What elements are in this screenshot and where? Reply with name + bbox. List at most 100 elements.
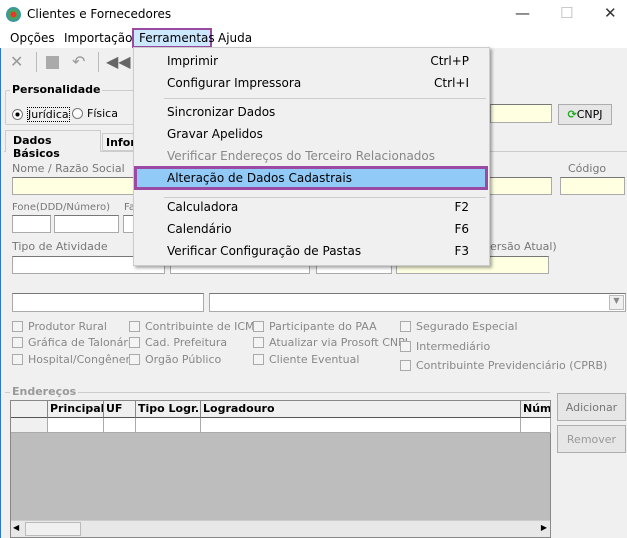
checkbox[interactable]: Segurado Especial [400, 320, 518, 333]
shortcut: F6 [454, 222, 469, 236]
checkbox[interactable]: Cliente Eventual [253, 353, 359, 366]
fone-numero-field[interactable] [54, 215, 119, 233]
checkbox-box [129, 337, 140, 348]
menu-separator [164, 197, 486, 198]
cnpj-button[interactable]: ⟳CNPJ [558, 104, 612, 125]
menu-item-verificar-enderecos: Verificar Endereços do Terceiro Relacion… [167, 149, 436, 163]
checkbox-box [253, 321, 264, 332]
adicionar-button[interactable]: Adicionar [557, 393, 626, 421]
grid-header-uf[interactable]: UF [104, 401, 136, 418]
checkbox-box [12, 321, 23, 332]
menu-item-gravar-apelidos[interactable]: Gravar Apelidos [167, 127, 263, 141]
checkbox[interactable]: Cad. Prefeitura [129, 336, 227, 349]
menu-item-alteracao-dados-cadastrais[interactable]: Alteração de Dados Cadastrais [167, 171, 352, 185]
checkbox[interactable]: Gráfica de Talonário [12, 336, 138, 349]
close-button[interactable]: ✕ [604, 4, 617, 22]
remover-button[interactable]: Remover [557, 425, 626, 453]
codigo-field[interactable] [560, 177, 625, 195]
toolbar-separator [36, 52, 37, 72]
menu-separator [164, 98, 486, 99]
radio-icon [72, 108, 83, 119]
radio-juridica[interactable]: Jurídica [12, 107, 70, 122]
checkbox-box [12, 354, 23, 365]
shortcut: F3 [454, 244, 469, 258]
tab-dados-basicos[interactable]: Dados Básicos [5, 130, 101, 160]
menu-item-imprimir[interactable]: Imprimir [167, 54, 218, 68]
menu-importacao[interactable]: Importação [64, 31, 132, 45]
fone-ddd-field[interactable] [12, 215, 51, 233]
codigo-label: Código [568, 162, 607, 175]
checkbox[interactable]: Participante do PAA [253, 320, 377, 333]
checkbox-box [129, 321, 140, 332]
nome-label: Nome / Razão Social [12, 162, 125, 175]
checkbox[interactable]: Orgão Público [129, 353, 221, 366]
checkbox[interactable]: Contribuinte de ICMS [129, 320, 261, 333]
checkbox[interactable]: Produtor Rural [12, 320, 107, 333]
grid-header-indicator [11, 401, 48, 418]
grid-header-tipo-logr[interactable]: Tipo Logr. [136, 401, 201, 418]
grid-cell[interactable] [521, 418, 551, 433]
menu-item-calendario[interactable]: Calendário [167, 222, 232, 236]
radio-fisica[interactable]: Física [72, 107, 118, 120]
toolbar-separator [98, 52, 99, 72]
refresh-icon: ⟳ [567, 108, 577, 121]
checkbox-label: Intermediário [416, 340, 491, 353]
shortcut: F2 [454, 200, 469, 214]
grid-cell[interactable] [104, 418, 136, 433]
checkbox-label: Gráfica de Talonário [28, 336, 138, 349]
combo-row5[interactable] [209, 293, 626, 312]
undo-icon[interactable]: ↶ [72, 52, 85, 71]
checkbox-label: Cad. Prefeitura [145, 336, 228, 349]
cancel-icon[interactable]: ✕ [10, 52, 23, 71]
grid-cell[interactable] [48, 418, 104, 433]
menu-ajuda[interactable]: Ajuda [218, 31, 252, 45]
chevron-down-icon[interactable]: ▼ [609, 295, 624, 310]
grid-cell[interactable] [136, 418, 201, 433]
checkbox-label: Orgão Público [145, 353, 222, 366]
ferramentas-dropdown: Imprimir Ctrl+P Configurar Impressora Ct… [133, 47, 490, 266]
checkbox-box [129, 354, 140, 365]
checkbox[interactable]: Atualizar via Prosoft CNPJ [253, 336, 408, 349]
app-icon [6, 7, 21, 22]
window-title: Clientes e Fornecedores [27, 7, 172, 21]
checkbox-box [253, 337, 264, 348]
scroll-right-icon[interactable]: ▶ [541, 523, 547, 532]
shortcut: Ctrl+I [434, 76, 469, 90]
personalidade-title: Personalidade [10, 83, 103, 96]
menu-ferramentas[interactable]: Ferramentas [139, 31, 215, 45]
checkbox-box [253, 354, 264, 365]
checkbox[interactable]: Hospital/Congênere [12, 353, 137, 366]
scroll-thumb[interactable] [25, 522, 81, 536]
checkbox-label: Participante do PAA [269, 320, 377, 333]
minimize-button[interactable]: — [515, 4, 530, 22]
menu-item-verificar-configuracao-pastas[interactable]: Verificar Configuração de Pastas [167, 244, 361, 258]
enderecos-grid[interactable]: Principal UF Tipo Logr. Logradouro Núme … [10, 400, 551, 538]
first-record-icon[interactable]: ◀◀ [106, 52, 131, 71]
menu-opcoes[interactable]: Opções [10, 31, 55, 45]
checkbox-label: Segurado Especial [416, 320, 518, 333]
grid-header-principal[interactable]: Principal [48, 401, 104, 418]
shortcut: Ctrl+P [430, 54, 469, 68]
checkbox-label: Produtor Rural [28, 320, 107, 333]
maximize-button[interactable]: ☐ [560, 4, 573, 22]
checkbox[interactable]: Intermediário [400, 340, 490, 353]
grid-cell[interactable] [201, 418, 521, 433]
menu-item-sincronizar-dados[interactable]: Sincronizar Dados [167, 105, 275, 119]
checkbox-label: Hospital/Congênere [28, 353, 137, 366]
tipo-atividade-label: Tipo de Atividade [12, 240, 108, 253]
grid-row-indicator[interactable] [11, 418, 48, 433]
scroll-left-icon[interactable]: ◀ [13, 523, 19, 532]
field-row5-left[interactable] [12, 293, 204, 312]
checkbox-box [400, 360, 411, 371]
enderecos-group-line [5, 392, 550, 393]
checkbox-label: Contribuinte Previdenciário (CPRB) [416, 359, 608, 372]
menu-item-calculadora[interactable]: Calculadora [167, 200, 238, 214]
cnpj-field[interactable] [490, 104, 552, 123]
horizontal-scrollbar[interactable]: ◀ ▶ [11, 520, 550, 537]
stop-icon[interactable] [46, 56, 59, 69]
grid-header-logradouro[interactable]: Logradouro [201, 401, 521, 418]
versao-label: ersão Atual) [490, 240, 557, 253]
checkbox[interactable]: Contribuinte Previdenciário (CPRB) [400, 359, 607, 372]
grid-header-numero[interactable]: Núme [521, 401, 551, 418]
menu-item-configurar-impressora[interactable]: Configurar Impressora [167, 76, 301, 90]
